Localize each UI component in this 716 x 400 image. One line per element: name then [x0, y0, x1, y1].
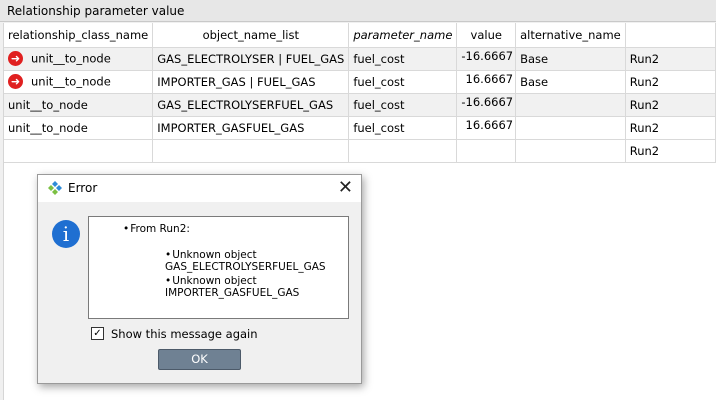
- header-object-name-list[interactable]: object_name_list: [152, 23, 350, 48]
- close-icon[interactable]: ✕: [338, 177, 353, 199]
- message-item-line2: GAS_ELECTROLYSERFUEL_GAS: [165, 261, 326, 273]
- cell-relationship-class[interactable]: unit__to_node: [4, 93, 154, 117]
- show-again-label: Show this message again: [111, 327, 258, 341]
- cell-object-name-list[interactable]: GAS_ELECTROLYSERFUEL_GAS: [152, 93, 350, 117]
- table-row[interactable]: Run2: [4, 139, 716, 163]
- table-header-row: relationship_class_name object_name_list…: [4, 23, 716, 48]
- table-row[interactable]: ➜ unit__to_node IMPORTER_GAS | FUEL_GAS f…: [4, 70, 716, 94]
- cell-value[interactable]: -16.6667: [456, 93, 517, 117]
- message-item: Unknown object GAS_ELECTROLYSERFUEL_GAS: [165, 249, 326, 273]
- cell-database[interactable]: Run2: [625, 70, 716, 94]
- table-row[interactable]: ➜ unit__to_node GAS_ELECTROLYSER | FUEL_G…: [4, 47, 716, 71]
- cell-value[interactable]: -16.6667: [456, 47, 517, 71]
- cell-database[interactable]: Run2: [625, 47, 716, 71]
- dialog-title-bar[interactable]: Error ✕: [38, 175, 361, 202]
- table-row[interactable]: unit__to_node IMPORTER_GASFUEL_GAS fuel_…: [4, 116, 716, 140]
- cell-value[interactable]: 16.6667: [456, 116, 517, 140]
- cell-relationship-class[interactable]: ➜ unit__to_node: [4, 47, 154, 71]
- cell-parameter-name[interactable]: fuel_cost: [348, 116, 458, 140]
- cell-object-name-list[interactable]: [152, 139, 350, 163]
- message-item-line1: Unknown object: [165, 275, 299, 287]
- header-database[interactable]: [625, 23, 716, 48]
- header-alternative-name[interactable]: alternative_name: [515, 23, 626, 48]
- message-item-line1-text: Unknown object: [172, 249, 257, 261]
- message-item: Unknown object IMPORTER_GASFUEL_GAS: [165, 275, 299, 299]
- cell-parameter-name[interactable]: fuel_cost: [348, 93, 458, 117]
- ok-button[interactable]: OK: [158, 349, 241, 370]
- cell-relationship-class[interactable]: [4, 139, 154, 163]
- cell-alternative-name[interactable]: [515, 139, 626, 163]
- arrow-right-circle-icon: ➜: [8, 74, 23, 89]
- cell-object-name-list[interactable]: IMPORTER_GASFUEL_GAS: [152, 116, 350, 140]
- header-value[interactable]: value: [456, 23, 517, 48]
- header-parameter-name[interactable]: parameter_name: [348, 23, 458, 48]
- cell-database[interactable]: Run2: [625, 139, 716, 163]
- cell-parameter-name[interactable]: fuel_cost: [348, 47, 458, 71]
- cell-relationship-class-text: unit__to_node: [31, 51, 111, 66]
- cell-object-name-list[interactable]: IMPORTER_GAS | FUEL_GAS: [152, 70, 350, 94]
- message-item-line1: Unknown object: [165, 249, 326, 261]
- header-relationship-class-name[interactable]: relationship_class_name: [4, 23, 154, 48]
- app-logo-icon: [48, 181, 62, 195]
- cell-relationship-class[interactable]: unit__to_node: [4, 116, 154, 140]
- cell-relationship-class[interactable]: ➜ unit__to_node: [4, 70, 154, 94]
- cell-alternative-name[interactable]: Base: [515, 47, 626, 71]
- dialog-title: Error: [68, 181, 98, 195]
- panel-title-bar: Relationship parameter value: [0, 0, 716, 22]
- cell-relationship-class-text: unit__to_node: [31, 74, 111, 89]
- cell-parameter-name[interactable]: [348, 139, 458, 163]
- cell-value[interactable]: [456, 139, 517, 163]
- show-again-checkbox[interactable]: ✓: [91, 327, 104, 340]
- table-row[interactable]: unit__to_node GAS_ELECTROLYSERFUEL_GAS f…: [4, 93, 716, 117]
- info-icon: i: [52, 220, 80, 248]
- error-message-box: From Run2: Unknown object GAS_ELECTROLYS…: [88, 216, 349, 319]
- message-heading-text: From Run2:: [130, 223, 190, 235]
- cell-alternative-name[interactable]: [515, 93, 626, 117]
- cell-object-name-list[interactable]: GAS_ELECTROLYSER | FUEL_GAS: [152, 47, 350, 71]
- cell-database[interactable]: Run2: [625, 116, 716, 140]
- cell-database[interactable]: Run2: [625, 93, 716, 117]
- message-heading: From Run2:: [123, 223, 190, 235]
- show-again-checkbox-row[interactable]: ✓ Show this message again: [91, 327, 258, 341]
- cell-alternative-name[interactable]: Base: [515, 70, 626, 94]
- arrow-right-circle-icon: ➜: [8, 51, 23, 66]
- cell-value[interactable]: 16.6667: [456, 70, 517, 94]
- error-dialog: Error ✕ i From Run2: Unknown object GAS_…: [37, 174, 362, 384]
- panel-title: Relationship parameter value: [7, 4, 185, 18]
- message-item-line1-text: Unknown object: [172, 275, 257, 287]
- cell-parameter-name[interactable]: fuel_cost: [348, 70, 458, 94]
- cell-alternative-name[interactable]: [515, 116, 626, 140]
- message-item-line2: IMPORTER_GASFUEL_GAS: [165, 287, 300, 299]
